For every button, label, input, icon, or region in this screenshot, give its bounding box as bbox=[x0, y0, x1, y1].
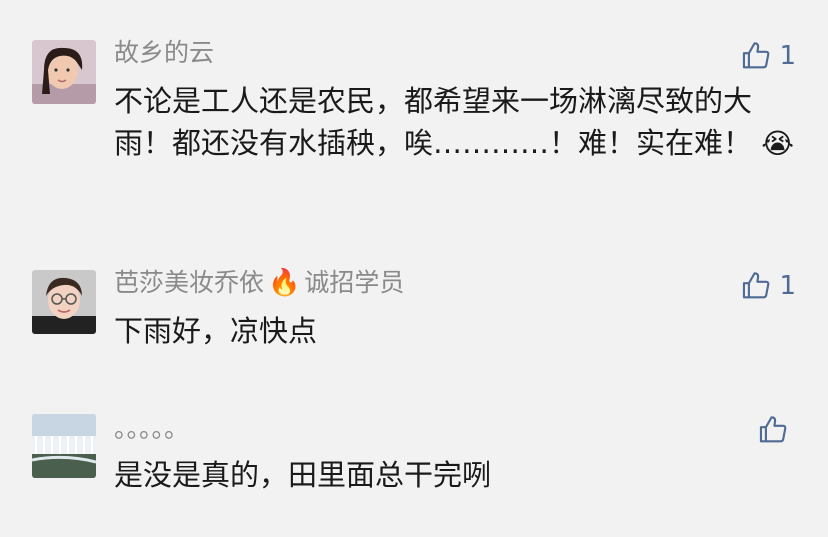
comment-item: 故乡的云 1 不论是工人还是农民，都希望来一场淋漓尽致的大雨！都还没有水插秧，唉… bbox=[0, 0, 828, 230]
comment-item: 。。。。。 是没是真的，田里面总干完咧 bbox=[0, 390, 828, 537]
thumbs-up-icon bbox=[739, 39, 773, 73]
like-count: 1 bbox=[779, 41, 796, 71]
comment-text: 是没是真的，田里面总干完咧 bbox=[114, 458, 492, 492]
thumbs-up-icon bbox=[739, 269, 773, 303]
like-button[interactable]: 1 bbox=[739, 38, 796, 74]
comment-author[interactable]: 故乡的云 bbox=[114, 38, 214, 68]
like-button[interactable]: 1 bbox=[739, 268, 796, 304]
comment-text: 不论是工人还是农民，都希望来一场淋漓尽致的大雨！都还没有水插秧，唉…………！难！… bbox=[114, 84, 794, 160]
crying-face-emoji: 😭 bbox=[761, 127, 794, 160]
avatar[interactable] bbox=[32, 40, 96, 104]
thumbs-up-icon bbox=[756, 413, 790, 447]
avatar[interactable] bbox=[32, 414, 96, 478]
comment-author[interactable]: 芭莎美妆乔依 🔥 诚招学员 bbox=[114, 268, 404, 298]
avatar[interactable] bbox=[32, 270, 96, 334]
comment-author[interactable]: 。。。。。 bbox=[114, 414, 189, 444]
like-button[interactable] bbox=[756, 412, 796, 448]
comment-text: 下雨好，凉快点 bbox=[114, 314, 318, 348]
fire-emoji: 🔥 bbox=[268, 268, 301, 298]
comment-item: 芭莎美妆乔依 🔥 诚招学员 1 下雨好，凉快点 bbox=[0, 230, 828, 390]
like-count: 1 bbox=[779, 271, 796, 301]
